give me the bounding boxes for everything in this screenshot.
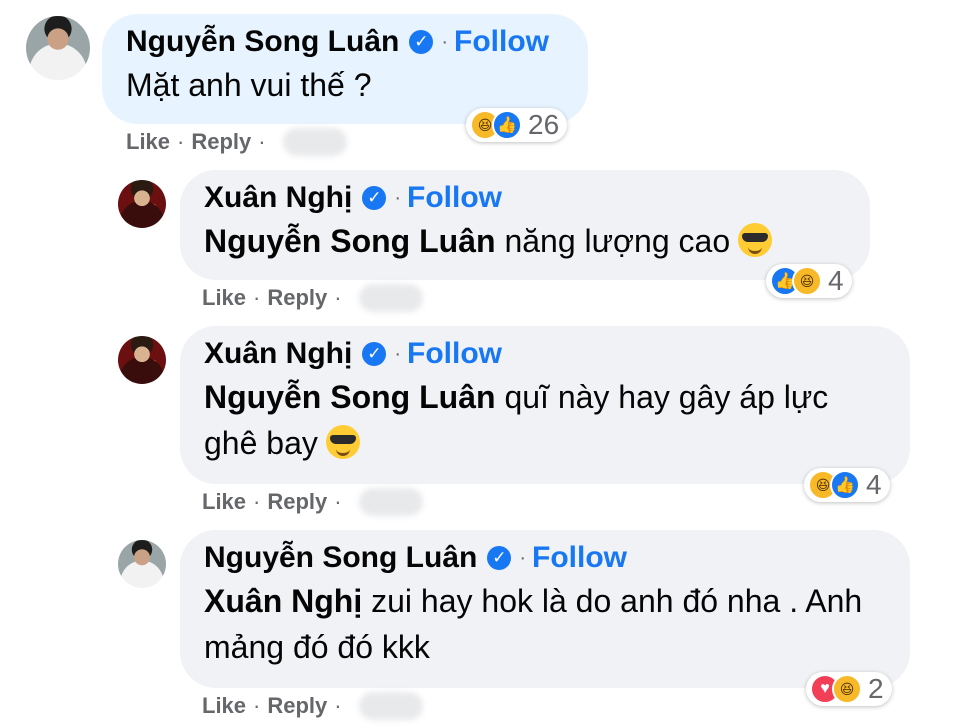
timestamp-blurred bbox=[358, 692, 423, 720]
like-link[interactable]: Like bbox=[202, 693, 246, 719]
author-row: Nguyễn Song Luân ✓ · Follow bbox=[126, 24, 564, 60]
comment-bubble: Nguyễn Song Luân ✓ · Follow Xuân Nghị zu… bbox=[180, 530, 910, 688]
author-row: Nguyễn Song Luân ✓ · Follow bbox=[204, 540, 886, 576]
reaction-summary[interactable]: 😆 👍 4 bbox=[804, 468, 890, 502]
separator-dot: · bbox=[253, 693, 261, 718]
reaction-summary[interactable]: ♥ 😆 2 bbox=[806, 672, 892, 706]
reaction-summary[interactable]: 👍 😆 4 bbox=[766, 264, 852, 298]
separator-dot: · bbox=[394, 187, 402, 209]
timestamp-blurred bbox=[358, 488, 423, 516]
mention-link[interactable]: Nguyễn Song Luân bbox=[204, 223, 496, 259]
follow-button[interactable]: Follow bbox=[454, 24, 549, 60]
sunglasses-emoji-icon bbox=[325, 425, 360, 459]
verified-icon: ✓ bbox=[409, 30, 434, 54]
comment-bubble: Xuân Nghị ✓ · Follow Nguyễn Song Luân nă… bbox=[180, 170, 870, 280]
separator-dot: · bbox=[177, 129, 185, 154]
like-link[interactable]: Like bbox=[126, 129, 170, 155]
comment-text: Xuân Nghị zui hay hok là do anh đó nha .… bbox=[204, 578, 884, 670]
separator-dot: · bbox=[334, 489, 342, 514]
reaction-count: 26 bbox=[528, 109, 560, 140]
comment-text: Nguyễn Song Luân năng lượng cao bbox=[204, 218, 846, 264]
comment-actions: Like · Reply · bbox=[202, 488, 423, 516]
author-name[interactable]: Xuân Nghị bbox=[204, 336, 352, 372]
sunglasses-emoji-icon bbox=[738, 223, 773, 257]
separator-dot: · bbox=[334, 693, 342, 718]
haha-icon: 😆 bbox=[792, 266, 822, 296]
verified-icon: ✓ bbox=[487, 546, 512, 570]
follow-button[interactable]: Follow bbox=[407, 180, 502, 216]
avatar[interactable] bbox=[118, 540, 166, 588]
comment-body: Mặt anh vui thế ? bbox=[126, 67, 372, 103]
mention-link[interactable]: Xuân Nghị bbox=[204, 583, 362, 619]
separator-dot: · bbox=[519, 547, 526, 569]
reaction-count: 4 bbox=[828, 265, 844, 296]
separator-dot: · bbox=[253, 489, 261, 514]
avatar[interactable] bbox=[118, 336, 166, 384]
verified-icon: ✓ bbox=[362, 342, 387, 366]
like-link[interactable]: Like bbox=[202, 489, 246, 515]
author-name[interactable]: Nguyễn Song Luân bbox=[204, 540, 477, 576]
comment-text: Nguyễn Song Luân quĩ này hay gây áp lực … bbox=[204, 374, 864, 466]
reply-link[interactable]: Reply bbox=[267, 693, 327, 719]
avatar[interactable] bbox=[26, 16, 90, 80]
comment-text: Mặt anh vui thế ? bbox=[126, 62, 564, 108]
reply-link[interactable]: Reply bbox=[267, 489, 327, 515]
separator-dot: · bbox=[394, 343, 402, 365]
follow-button[interactable]: Follow bbox=[407, 336, 502, 372]
haha-icon: 😆 bbox=[832, 674, 862, 704]
timestamp-blurred bbox=[358, 284, 423, 312]
follow-button[interactable]: Follow bbox=[532, 540, 627, 576]
separator-dot: · bbox=[334, 285, 342, 310]
author-name[interactable]: Nguyễn Song Luân bbox=[126, 24, 399, 60]
like-icon: 👍 bbox=[830, 470, 860, 500]
comment-actions: Like · Reply · bbox=[126, 128, 347, 156]
separator-dot: · bbox=[258, 129, 266, 154]
mention-link[interactable]: Nguyễn Song Luân bbox=[204, 379, 496, 415]
author-name[interactable]: Xuân Nghị bbox=[204, 180, 352, 216]
author-row: Xuân Nghị ✓ · Follow bbox=[204, 336, 886, 372]
reaction-summary[interactable]: 😆 👍 26 bbox=[466, 108, 568, 142]
timestamp-blurred bbox=[282, 128, 347, 156]
separator-dot: · bbox=[441, 31, 448, 53]
reply-link[interactable]: Reply bbox=[191, 129, 251, 155]
reaction-count: 4 bbox=[866, 469, 882, 500]
comment-actions: Like · Reply · bbox=[202, 692, 423, 720]
comment-actions: Like · Reply · bbox=[202, 284, 423, 312]
separator-dot: · bbox=[253, 285, 261, 310]
verified-icon: ✓ bbox=[362, 186, 387, 210]
avatar[interactable] bbox=[118, 180, 166, 228]
like-icon: 👍 bbox=[492, 110, 522, 140]
reply-link[interactable]: Reply bbox=[267, 285, 327, 311]
author-row: Xuân Nghị ✓ · Follow bbox=[204, 180, 846, 216]
like-link[interactable]: Like bbox=[202, 285, 246, 311]
comment-bubble: Xuân Nghị ✓ · Follow Nguyễn Song Luân qu… bbox=[180, 326, 910, 484]
reaction-count: 2 bbox=[868, 673, 884, 704]
comment-body: năng lượng cao bbox=[495, 223, 731, 259]
